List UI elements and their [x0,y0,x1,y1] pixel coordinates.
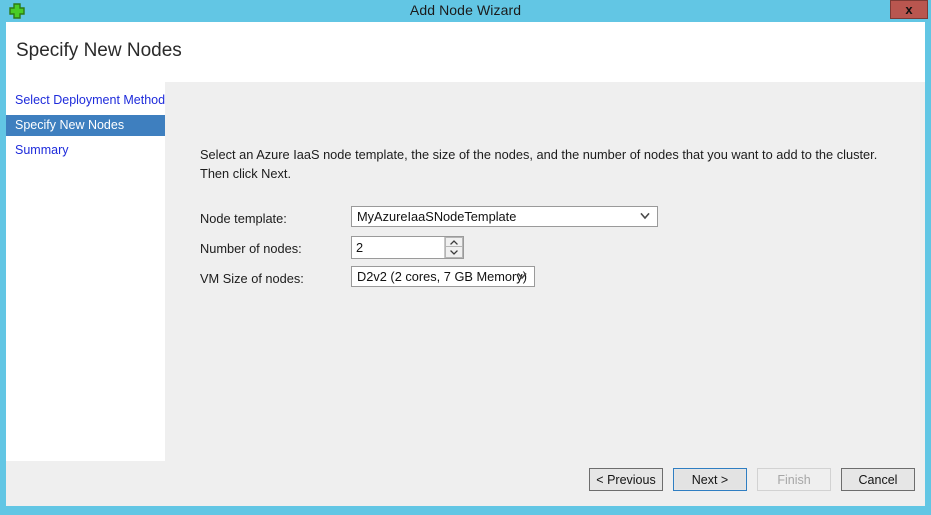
chevron-up-icon [449,239,459,246]
sidebar-item-label: Specify New Nodes [15,118,125,132]
vm-size-value: D2v2 (2 cores, 7 GB Memory) [357,269,527,284]
sidebar-item-specify-new-nodes[interactable]: Specify New Nodes [6,115,165,136]
spinner-up-button[interactable] [445,237,463,247]
page-title: Specify New Nodes [16,40,182,61]
number-of-nodes-stepper[interactable] [351,236,464,259]
close-button[interactable]: x [890,0,928,19]
node-template-row: Node template: MyAzureIaaSNodeTemplate [200,206,900,236]
vm-size-label: VM Size of nodes: [200,271,304,286]
sidebar-item-label: Summary [15,143,69,157]
wizard-client-area: Specify New Nodes Select Deployment Meth… [6,22,925,506]
wizard-footer-buttons: < Previous Next > Finish Cancel [589,468,915,491]
previous-button[interactable]: < Previous [589,468,663,491]
chevron-down-icon [516,270,528,282]
number-of-nodes-input[interactable] [352,237,445,258]
next-button[interactable]: Next > [673,468,747,491]
wizard-footer: < Previous Next > Finish Cancel [6,461,925,506]
instruction-text: Select an Azure IaaS node template, the … [200,147,878,181]
node-template-select[interactable]: MyAzureIaaSNodeTemplate [351,206,658,227]
vm-size-select[interactable]: D2v2 (2 cores, 7 GB Memory) [351,266,535,287]
number-of-nodes-label: Number of nodes: [200,241,302,256]
add-node-wizard-window: Add Node Wizard x Specify New Nodes Sele… [0,0,931,515]
wizard-steps-sidebar: Select Deployment Method Specify New Nod… [6,82,165,461]
number-of-nodes-spin-buttons [444,237,463,258]
chevron-down-icon [449,249,459,256]
finish-button: Finish [757,468,831,491]
chevron-down-icon [639,210,651,222]
sidebar-item-label: Select Deployment Method [15,93,166,107]
window-title: Add Node Wizard [409,2,522,18]
sidebar-item-summary[interactable]: Summary [6,140,165,161]
sidebar-item-select-deployment-method[interactable]: Select Deployment Method [6,90,165,111]
spinner-down-button[interactable] [445,247,463,258]
node-template-label: Node template: [200,211,287,226]
vm-size-row: VM Size of nodes: D2v2 (2 cores, 7 GB Me… [200,266,900,296]
wizard-content-pane: Select an Azure IaaS node template, the … [165,82,925,461]
title-bar: Add Node Wizard x [0,0,931,22]
wizard-header: Specify New Nodes [6,22,925,82]
node-settings-form: Node template: MyAzureIaaSNodeTemplate N… [200,206,900,296]
node-template-value: MyAzureIaaSNodeTemplate [357,209,517,224]
close-icon: x [905,2,913,17]
number-of-nodes-row: Number of nodes: [200,236,900,266]
cancel-button[interactable]: Cancel [841,468,915,491]
